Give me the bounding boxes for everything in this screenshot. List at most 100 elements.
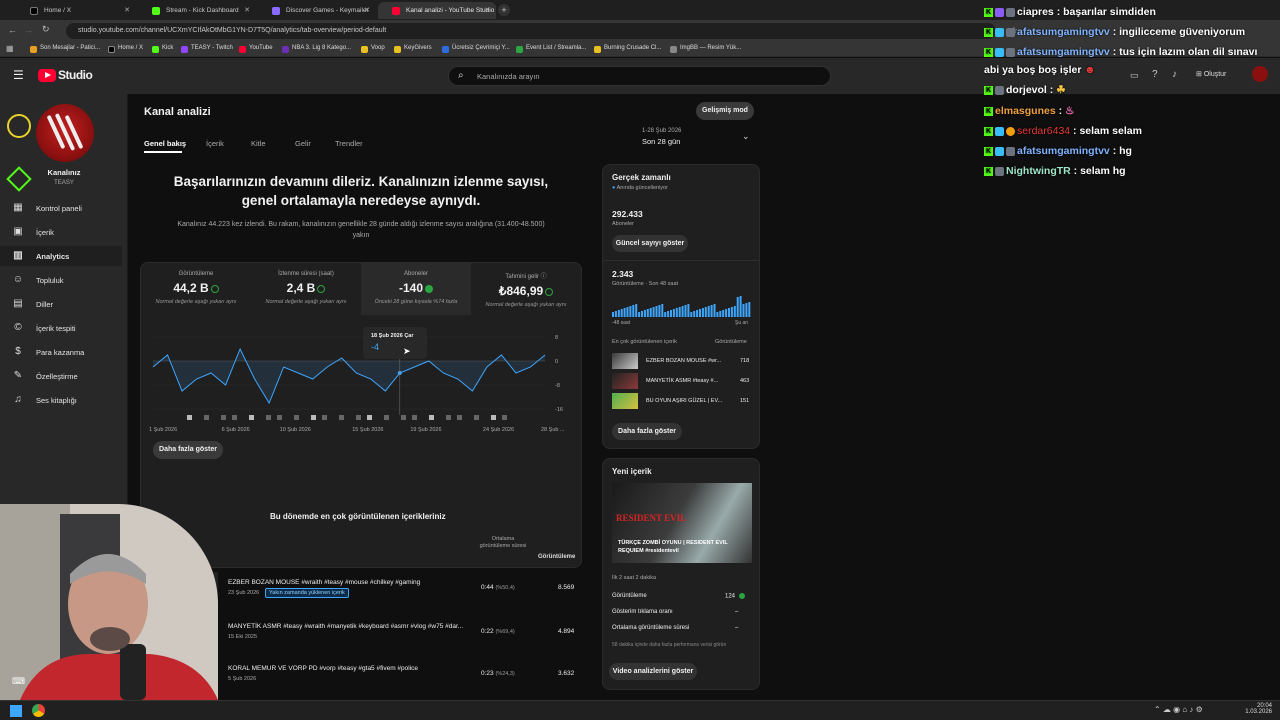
new-tab-icon[interactable]: + xyxy=(498,4,510,16)
studio-logo[interactable]: Studio xyxy=(58,68,93,82)
realtime-bar[interactable] xyxy=(643,310,646,317)
upload-marker-icon[interactable] xyxy=(187,415,192,420)
realtime-bar[interactable] xyxy=(748,302,751,317)
windows-start-icon[interactable] xyxy=(10,705,22,717)
realtime-bar[interactable] xyxy=(699,309,701,317)
realtime-bar[interactable] xyxy=(736,297,739,317)
tray-icons[interactable]: ⌃ ☁ ◉ ⌂ ♪ ⚙ xyxy=(1154,705,1203,714)
bookmark[interactable]: YouTube xyxy=(239,45,273,53)
bookmark[interactable]: Ücretsiz Çevrimiçi Y... xyxy=(442,45,510,53)
sidebar-item-dashboard[interactable]: ▦ Kontrol paneli xyxy=(0,198,122,218)
series-line[interactable] xyxy=(152,347,546,405)
sidebar-item-analytics[interactable]: ▥ Analytics xyxy=(0,246,122,266)
realtime-bar[interactable] xyxy=(725,309,728,317)
realtime-bar[interactable] xyxy=(716,312,719,317)
upload-marker-icon[interactable] xyxy=(491,415,496,420)
realtime-bar[interactable] xyxy=(646,309,649,317)
metric-views[interactable]: Görüntüleme 44,2 B Normal değerle aşağı … xyxy=(141,263,251,315)
date-period[interactable]: Son 28 gün xyxy=(642,137,680,146)
show-live-count-button[interactable]: Güncel sayıyı göster xyxy=(612,235,688,252)
realtime-bar[interactable] xyxy=(742,304,745,317)
sidebar-item-languages[interactable]: ▤ Diller xyxy=(0,294,122,314)
close-icon[interactable]: ✕ xyxy=(244,6,250,14)
back-icon[interactable]: ← xyxy=(8,25,17,35)
show-more-button[interactable]: Daha fazla göster xyxy=(153,441,223,459)
upload-marker-icon[interactable] xyxy=(249,415,254,420)
bookmark[interactable]: Event List / Streamla... xyxy=(516,45,586,53)
list-item[interactable]: EZBER BOZAN MOUSE #wr... 718 xyxy=(612,353,752,369)
realtime-bar[interactable] xyxy=(658,305,661,317)
list-item[interactable]: BU OYUN AŞIRI GÜZEL | EV... 151 xyxy=(612,393,752,409)
close-icon[interactable]: ✕ xyxy=(484,6,490,14)
info-icon[interactable]: ⓘ xyxy=(541,274,547,280)
subscribers-line-chart[interactable]: 8 0 -8 -16 1 Şub 2026 6 Şub 2026 10 Şub 2026 15… xyxy=(147,329,577,433)
realtime-bar[interactable] xyxy=(614,311,617,317)
bookmark[interactable]: TEASY - Twitch xyxy=(181,45,233,53)
upload-marker-icon[interactable] xyxy=(384,415,389,420)
chevron-down-icon[interactable]: ⌄ xyxy=(742,131,750,142)
sidebar-item-audio-library[interactable]: ♫ Ses kitaplığı xyxy=(0,390,122,410)
bookmark[interactable]: Kick xyxy=(152,45,173,53)
upload-marker-icon[interactable] xyxy=(474,415,479,420)
realtime-bar[interactable] xyxy=(626,307,629,317)
tab-overview[interactable]: Genel bakış xyxy=(144,139,186,148)
realtime-bar[interactable] xyxy=(670,310,672,317)
realtime-bar[interactable] xyxy=(638,312,641,317)
browser-tab[interactable]: Discover Games - Keymailer ✕ xyxy=(258,2,376,19)
realtime-bar[interactable] xyxy=(681,306,684,317)
upload-marker-icon[interactable] xyxy=(446,415,451,420)
bookmark[interactable]: KeyGivers xyxy=(394,45,432,53)
menu-icon[interactable]: ☰ xyxy=(13,68,24,82)
apps-icon[interactable]: ▦ xyxy=(6,44,14,53)
realtime-bar[interactable] xyxy=(733,306,736,317)
realtime-bar[interactable] xyxy=(678,307,681,317)
upload-marker-icon[interactable] xyxy=(401,415,406,420)
advanced-mode-button[interactable]: Gelişmiş mod xyxy=(696,102,754,120)
bookmark[interactable]: ImgBB — Resim Yük... xyxy=(670,45,741,53)
table-row[interactable]: MANYETİK ASMR #teasy #wraith #manyetik #… xyxy=(198,616,578,650)
realtime-bar[interactable] xyxy=(690,312,693,317)
realtime-bar[interactable] xyxy=(704,307,707,317)
table-row[interactable]: EZBER BOZAN MOUSE #wraith #teasy #mouse … xyxy=(198,572,578,606)
upload-marker-icon[interactable] xyxy=(204,415,209,420)
realtime-bar[interactable] xyxy=(629,306,632,317)
upload-marker-icon[interactable] xyxy=(429,415,434,420)
realtime-bar[interactable] xyxy=(612,312,614,317)
realtime-bar[interactable] xyxy=(652,307,655,317)
realtime-bar[interactable] xyxy=(728,308,730,317)
video-analytics-button[interactable]: Video analizlerini göster xyxy=(609,663,697,680)
bookmark[interactable]: Voop xyxy=(361,45,385,53)
tab-content[interactable]: İçerik xyxy=(206,139,224,148)
forward-icon[interactable]: → xyxy=(24,25,33,35)
upload-marker-icon[interactable] xyxy=(412,415,417,420)
upload-marker-icon[interactable] xyxy=(367,415,372,420)
bookmark[interactable]: Son Mesajlar - Patici... xyxy=(30,45,100,53)
realtime-bar[interactable] xyxy=(701,308,704,317)
sidebar-item-content[interactable]: ▣ İçerik xyxy=(0,222,122,242)
realtime-bar[interactable] xyxy=(664,312,667,317)
realtime-bar[interactable] xyxy=(713,304,716,317)
date-range[interactable]: 1-28 Şub 2026 xyxy=(642,128,681,134)
bookmark[interactable]: Home / X xyxy=(108,45,143,53)
realtime-bar[interactable] xyxy=(739,296,742,317)
clock[interactable]: 20:04 1.03.2026 xyxy=(1240,703,1272,715)
upload-marker-icon[interactable] xyxy=(322,415,327,420)
realtime-bar[interactable] xyxy=(730,307,733,317)
chrome-taskbar-icon[interactable] xyxy=(32,704,45,717)
upload-marker-icon[interactable] xyxy=(294,415,299,420)
realtime-bar[interactable] xyxy=(684,305,687,317)
upload-marker-icon[interactable] xyxy=(311,415,316,420)
browser-tab-active[interactable]: Kanal analizi - YouTube Studio ✕ xyxy=(378,2,496,19)
realtime-bar[interactable] xyxy=(649,308,652,317)
url-field[interactable]: studio.youtube.com/channel/UCXmYCIfAkOtM… xyxy=(66,23,996,39)
realtime-bar[interactable] xyxy=(620,309,623,317)
reload-icon[interactable]: ↻ xyxy=(42,24,50,35)
close-icon[interactable]: ✕ xyxy=(364,6,370,14)
realtime-bar[interactable] xyxy=(623,308,626,317)
upload-marker-icon[interactable] xyxy=(266,415,271,420)
metric-subscribers[interactable]: Aboneler -140 Önceki 28 güne kıyasla %74… xyxy=(361,263,471,315)
tab-trends[interactable]: Trendler xyxy=(335,139,363,148)
realtime-bar[interactable] xyxy=(722,310,725,317)
upload-marker-icon[interactable] xyxy=(457,415,462,420)
realtime-bar-chart[interactable] xyxy=(612,293,752,317)
